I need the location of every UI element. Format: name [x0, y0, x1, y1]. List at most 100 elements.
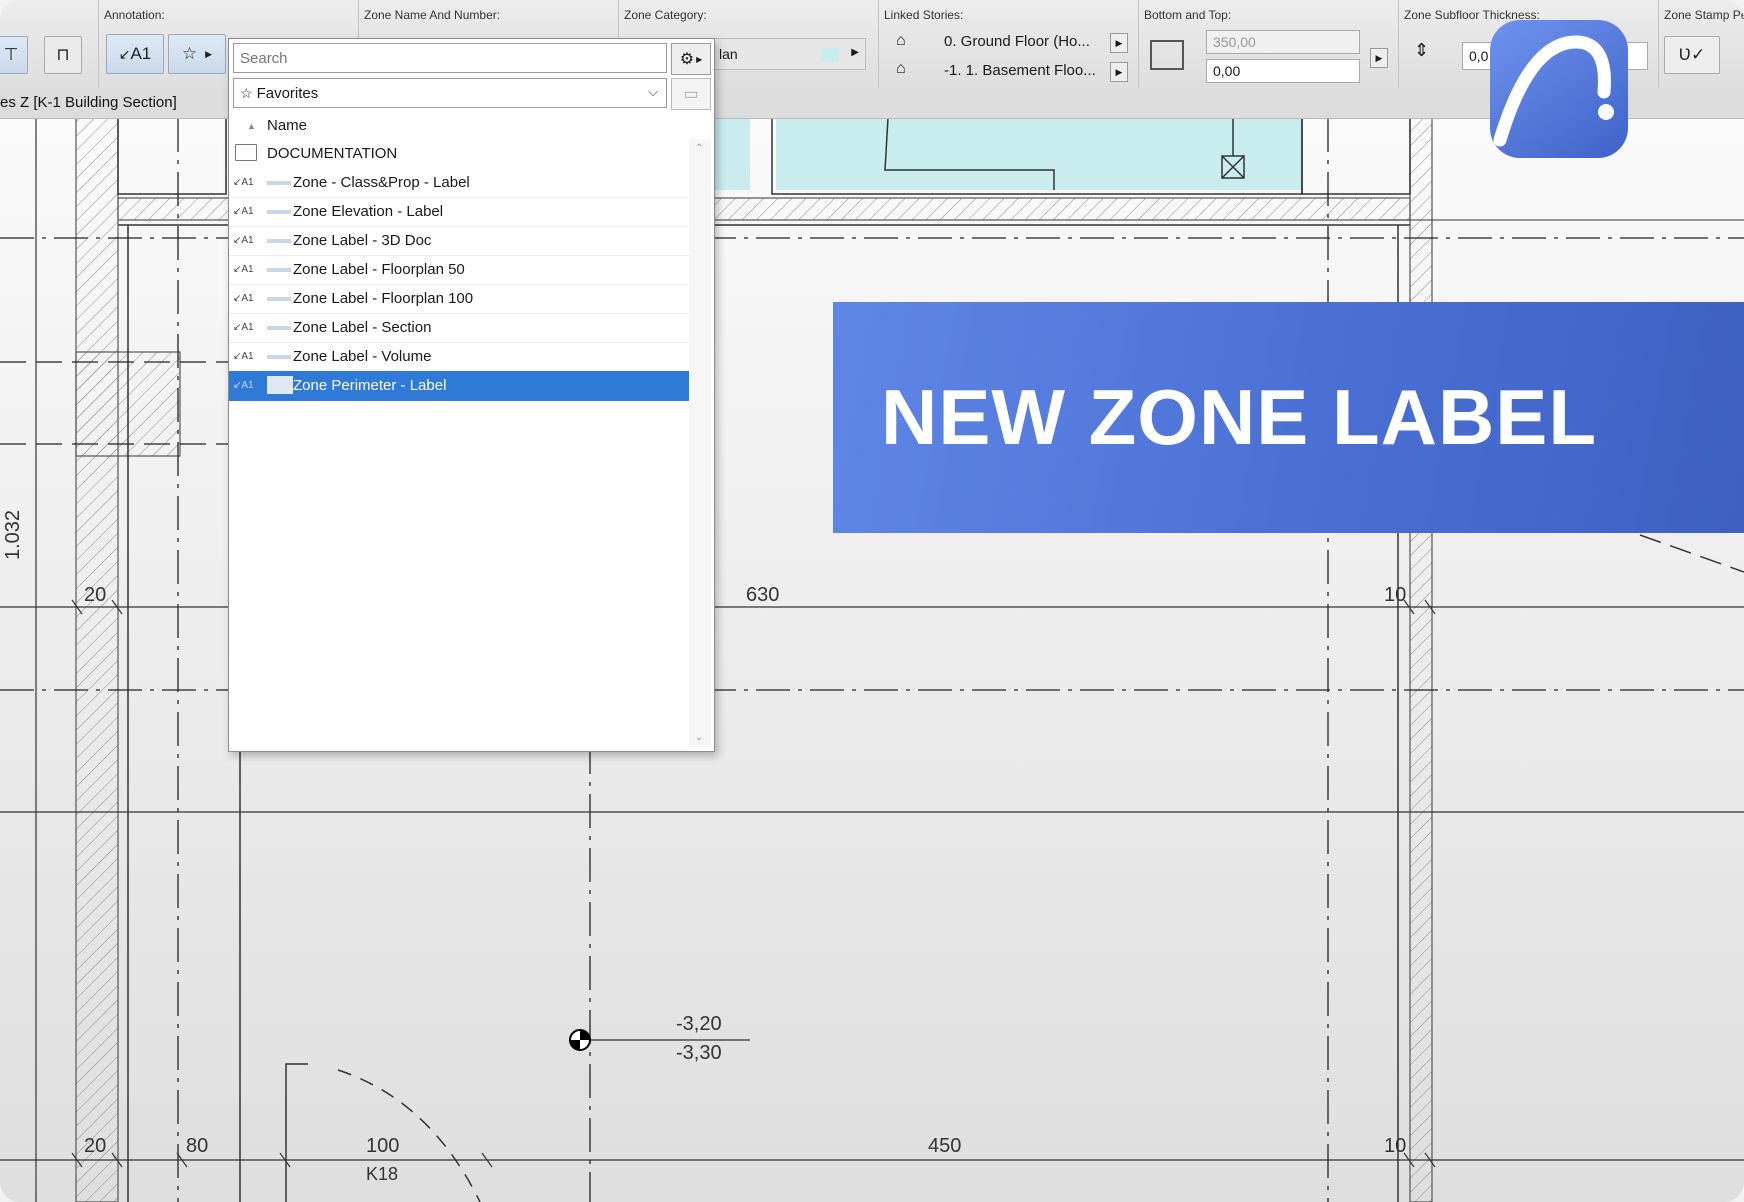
level-top-value: -3,20 — [676, 1013, 722, 1035]
favorite-item-selected[interactable]: ↙A1 Zone Perimeter - Label — [229, 371, 689, 401]
favorite-item[interactable]: ↙A1 Zone Label - Volume — [229, 342, 689, 372]
list-header[interactable]: ▲ Name — [229, 113, 689, 139]
favorite-item-label: Zone Perimeter - Label — [293, 377, 447, 394]
search-placeholder: Search — [240, 49, 288, 67]
dimension-wall-bottom: 80 — [186, 1135, 209, 1157]
label-type-icon: ↙A1 — [233, 177, 254, 188]
favorite-item[interactable]: ↙A1 Zone Label - 3D Doc — [229, 226, 689, 256]
label-type-icon: ↙A1 — [233, 206, 254, 217]
label-arrow-icon: ↙ — [118, 45, 131, 62]
line-preview — [267, 376, 293, 394]
bottom-height-input[interactable]: 0,00 — [1206, 59, 1360, 83]
dimension-right-top: 10 — [1384, 584, 1407, 606]
favorite-item-label: Zone Label - Floorplan 100 — [293, 290, 474, 307]
sort-ascending-icon: ▲ — [247, 121, 256, 131]
top-height-input[interactable]: 350,00 — [1206, 30, 1360, 54]
linked-stories-group: Linked Stories: ⌂ 0. Ground Floor (Ho...… — [878, 0, 1139, 88]
app-window: 20 630 10 20 80 100 450 10 1.032 -3,20 -… — [0, 0, 1744, 1202]
zone-category-value: lan — [719, 46, 738, 62]
label-type-icon: ↙A1 — [233, 380, 254, 391]
bottom-story-icon: ⌂ — [896, 60, 906, 77]
dimension-vertical: 1.032 — [2, 509, 24, 560]
bottom-linked-story[interactable]: -1. 1. Basement Floo... — [944, 62, 1096, 79]
chevron-down-icon: ⌵ — [648, 84, 658, 99]
dimension-room-bottom: 450 — [928, 1135, 962, 1157]
favorite-item-label: Zone Label - Section — [293, 319, 432, 336]
line-preview — [267, 181, 291, 185]
title-banner: NEW ZONE LABEL — [833, 302, 1744, 533]
line-preview — [267, 355, 291, 359]
construction-method-button[interactable]: ⊓ — [44, 36, 82, 74]
line-preview — [267, 210, 291, 214]
top-story-icon: ⌂ — [896, 32, 906, 49]
zone-color-swatch — [821, 48, 839, 62]
settings-arrow-icon: ▶ — [696, 54, 703, 64]
height-arrow[interactable]: ▶ — [1370, 48, 1388, 68]
subfloor-input-right[interactable] — [1626, 42, 1648, 70]
list-scrollbar[interactable]: ⌃ ⌄ — [689, 139, 711, 747]
label-type-icon: ↙A1 — [233, 351, 254, 362]
archicad-logo — [1490, 20, 1628, 158]
bottom-top-label: Bottom and Top: — [1144, 8, 1232, 22]
line-preview — [267, 268, 291, 272]
label-type-icon: ↙A1 — [233, 235, 254, 246]
settings-button[interactable]: ⚙ ▶ — [671, 43, 711, 75]
scroll-down-icon[interactable]: ⌄ — [695, 732, 703, 743]
annotation-button-text: A1 — [130, 44, 152, 63]
folder-row[interactable]: DOCUMENTATION — [229, 139, 689, 168]
door-tag: K18 — [366, 1164, 399, 1184]
subfloor-icon: ⇕ — [1414, 40, 1430, 60]
search-input[interactable]: Search — [233, 43, 667, 73]
level-bottom-value: -3,30 — [676, 1042, 722, 1064]
top-story-arrow[interactable]: ▶ — [1110, 33, 1128, 53]
bottom-story-arrow[interactable]: ▶ — [1110, 62, 1128, 82]
favorites-folder-icon: ☆ — [240, 84, 253, 101]
scroll-up-icon[interactable]: ⌃ — [695, 143, 703, 154]
line-preview — [267, 326, 291, 330]
dimension-middle-top: 630 — [746, 584, 780, 606]
geometry-method-button[interactable]: ⊤ — [0, 36, 28, 74]
folder-icon — [235, 144, 257, 161]
line-preview — [267, 239, 291, 243]
favorite-item-label: Zone Label - 3D Doc — [293, 232, 432, 249]
folder-icon: ▭ — [683, 86, 699, 103]
expand-arrow-icon: ▶ — [205, 48, 213, 59]
annotation-label: Annotation: — [104, 8, 165, 22]
annotation-style-button[interactable]: ↙ A1 — [106, 34, 164, 74]
zone-stamp-group: Zone Stamp Pe Ʋ✓ — [1658, 0, 1744, 88]
favorite-item[interactable]: ↙A1 Zone Label - Section — [229, 313, 689, 343]
favorite-item-label: Zone Label - Floorplan 50 — [293, 261, 465, 278]
favorites-select[interactable]: ☆ Favorites ⌵ — [233, 78, 667, 108]
zone-category-select[interactable]: lan ▶ — [712, 38, 866, 70]
star-icon: ☆ — [181, 44, 198, 63]
favorites-button[interactable]: ☆ ▶ — [168, 34, 226, 74]
favorite-item[interactable]: ↙A1 Zone Label - Floorplan 50 — [229, 255, 689, 285]
zone-height-icon — [1150, 40, 1184, 70]
name-column-header: Name — [267, 117, 308, 134]
zone-stamp-button[interactable]: Ʋ✓ — [1664, 36, 1720, 74]
new-folder-button[interactable]: ▭ — [671, 78, 711, 110]
favorites-select-value: Favorites — [256, 84, 319, 102]
zone-stamp-label: Zone Stamp Pe — [1664, 8, 1744, 22]
favorite-item[interactable]: ↙A1 Zone - Class&Prop - Label — [229, 168, 689, 198]
top-linked-story[interactable]: 0. Ground Floor (Ho... — [944, 33, 1090, 50]
zone-category-label: Zone Category: — [624, 8, 707, 22]
line-preview — [267, 297, 291, 301]
favorite-item[interactable]: ↙A1 Zone Elevation - Label — [229, 197, 689, 227]
favorites-popup: Search ⚙ ▶ ☆ Favorites ⌵ ▭ ▲ Name DOCUMEN… — [228, 38, 715, 752]
dimension-right-bottom: 10 — [1384, 1135, 1407, 1157]
label-type-icon: ↙A1 — [233, 264, 254, 275]
folder-name: DOCUMENTATION — [267, 145, 398, 162]
dimension-left-top: 20 — [84, 584, 107, 606]
geometry-group: ⊤ ⊓ — [0, 0, 99, 88]
favorite-item[interactable]: ↙A1 Zone Label - Floorplan 100 — [229, 284, 689, 314]
dimension-left-bottom: 20 — [84, 1135, 107, 1157]
zone-name-label: Zone Name And Number: — [364, 8, 501, 22]
favorite-item-label: Zone Label - Volume — [293, 348, 432, 365]
view-path[interactable]: es Z [K-1 Building Section] — [0, 94, 177, 111]
label-type-icon: ↙A1 — [233, 322, 254, 333]
banner-title: NEW ZONE LABEL — [881, 373, 1597, 461]
dropdown-arrow-icon: ▶ — [851, 47, 859, 58]
dimension-door-bottom: 100 — [366, 1135, 400, 1157]
gear-icon: ⚙ — [679, 51, 695, 68]
